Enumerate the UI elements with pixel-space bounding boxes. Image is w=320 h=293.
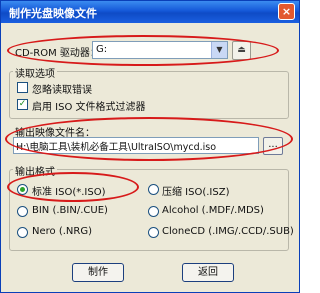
format-radio-mdf[interactable]	[148, 206, 159, 217]
make-image-dialog: 制作光盘映像文件 × CD-ROM 驱动器： G: ▼ ⏏ 读取选项 忽略读取错…	[0, 0, 300, 293]
ignore-errors-label: 忽略读取错误	[32, 85, 92, 96]
format-radio-bin[interactable]	[17, 206, 28, 217]
title-bar[interactable]: 制作光盘映像文件 ×	[1, 1, 299, 23]
format-label-mdf: Alcohol (.MDF/.MDS)	[162, 205, 264, 216]
checkmark-icon: ✓	[18, 99, 27, 109]
format-label-bin: BIN (.BIN/.CUE)	[32, 205, 108, 216]
format-radio-nrg[interactable]	[17, 227, 28, 238]
window-title: 制作光盘映像文件	[9, 7, 97, 20]
format-radio-isz[interactable]	[148, 184, 159, 195]
format-label-img: CloneCD (.IMG/.CCD/.SUB)	[162, 226, 294, 237]
format-label-nrg: Nero (.NRG)	[32, 226, 92, 237]
format-label-isz: 压缩 ISO(.ISZ)	[162, 187, 230, 198]
annotation-oval-drive	[7, 35, 279, 66]
enable-iso-filter-label: 启用 ISO 文件格式过滤器	[32, 102, 146, 113]
read-options-title: 读取选项	[13, 65, 57, 80]
ignore-errors-checkbox[interactable]	[17, 82, 28, 93]
close-button[interactable]: ×	[278, 3, 295, 20]
format-radio-img[interactable]	[148, 227, 159, 238]
annotation-oval-iso	[7, 172, 139, 202]
make-button[interactable]: 制作	[72, 263, 124, 282]
back-button[interactable]: 返回	[182, 263, 234, 282]
enable-iso-filter-checkbox[interactable]: ✓	[17, 99, 28, 110]
annotation-oval-path	[5, 117, 293, 161]
